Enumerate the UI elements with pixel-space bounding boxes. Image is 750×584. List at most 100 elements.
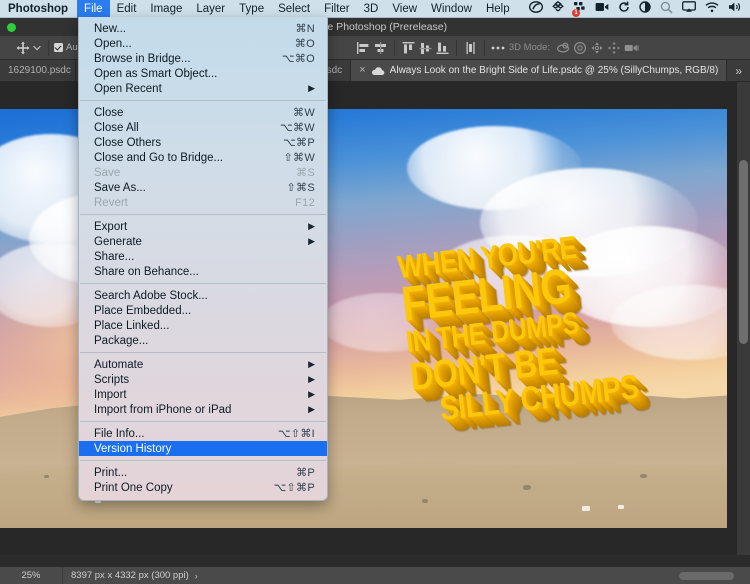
menubar-item-view[interactable]: View — [385, 0, 424, 18]
file-menu-item-place-embedded[interactable]: Place Embedded... — [79, 303, 327, 318]
menu-item-label: Automate — [94, 359, 300, 371]
align-left-edges-icon[interactable] — [355, 39, 372, 56]
menubar-item-help[interactable]: Help — [479, 0, 517, 18]
pan-3d-icon[interactable] — [589, 39, 606, 56]
file-menu-item-import[interactable]: Import▶ — [79, 387, 327, 402]
volume-icon[interactable] — [728, 1, 743, 16]
menu-item-shortcut: ⌘P — [296, 466, 315, 479]
dropbox-icon[interactable] — [552, 1, 564, 16]
menu-item-shortcut: F12 — [295, 197, 315, 209]
align-bottom-edges-icon[interactable] — [434, 39, 451, 56]
file-menu-item-export[interactable]: Export▶ — [79, 219, 327, 234]
file-menu-item-browse-in-bridge[interactable]: Browse in Bridge...⌥⌘O — [79, 51, 327, 66]
file-menu-item-save-as[interactable]: Save As...⇧⌘S — [79, 180, 327, 195]
menubar-item-layer[interactable]: Layer — [189, 0, 232, 18]
more-options-icon[interactable] — [490, 39, 507, 56]
document-tab-inactive[interactable]: 1629100.psdc — [0, 60, 76, 81]
menu-item-label: Open as Smart Object... — [94, 68, 315, 80]
menubar-item-window[interactable]: Window — [424, 0, 479, 18]
menubar-item-file[interactable]: File — [77, 0, 110, 18]
menubar-app-name[interactable]: Photoshop — [0, 0, 77, 18]
menubar-item-3d[interactable]: 3D — [357, 0, 386, 18]
menu-item-shortcut: ⌥⌘O — [282, 52, 315, 65]
spotlight-search-icon[interactable] — [660, 1, 673, 17]
menubar-item-type[interactable]: Type — [232, 0, 271, 18]
horizontal-scrollbar-thumb[interactable] — [679, 572, 734, 580]
align-vertical-centers-icon[interactable] — [417, 39, 434, 56]
sync-icon[interactable] — [618, 1, 630, 16]
window-controls — [7, 18, 16, 36]
menu-divider — [80, 283, 326, 284]
file-menu-item-print-one-copy[interactable]: Print One Copy⌥⇧⌘P — [79, 480, 327, 495]
tool-preset-chevron-down-icon[interactable] — [31, 39, 43, 56]
chevron-right-icon[interactable]: › — [195, 571, 198, 581]
tab-overflow-button[interactable]: » — [727, 60, 750, 81]
file-menu-item-new[interactable]: New...⌘N — [79, 21, 327, 36]
file-menu-item-search-adobe-stock[interactable]: Search Adobe Stock... — [79, 288, 327, 303]
file-menu-item-place-linked[interactable]: Place Linked... — [79, 318, 327, 333]
file-menu-item-share-on-behance[interactable]: Share on Behance... — [79, 264, 327, 279]
file-menu-item-automate[interactable]: Automate▶ — [79, 357, 327, 372]
align-horizontal-centers-icon[interactable] — [372, 39, 389, 56]
menu-item-shortcut: ⇧⌘W — [284, 151, 316, 164]
vertical-scrollbar-thumb[interactable] — [739, 160, 748, 344]
creative-cloud-icon[interactable] — [529, 1, 543, 16]
menubar-item-image[interactable]: Image — [143, 0, 189, 18]
menu-item-label: Close — [94, 107, 293, 119]
file-menu-item-save: Save⌘S — [79, 165, 327, 180]
menubar-item-select[interactable]: Select — [271, 0, 317, 18]
notifications-badge-icon[interactable]: 1 — [573, 1, 586, 16]
file-menu-item-version-history[interactable]: Version History — [79, 441, 327, 456]
align-top-edges-icon[interactable] — [400, 39, 417, 56]
file-menu-item-generate[interactable]: Generate▶ — [79, 234, 327, 249]
submenu-arrow-icon: ▶ — [308, 221, 315, 232]
distribute-icon[interactable] — [462, 39, 479, 56]
file-menu-item-open-recent[interactable]: Open Recent▶ — [79, 81, 327, 96]
submenu-arrow-icon: ▶ — [308, 374, 315, 385]
file-menu-item-import-from-iphone-or-ipad[interactable]: Import from iPhone or iPad▶ — [79, 402, 327, 417]
file-menu-item-scripts[interactable]: Scripts▶ — [79, 372, 327, 387]
file-menu-item-share[interactable]: Share... — [79, 249, 327, 264]
menubar-item-edit[interactable]: Edit — [110, 0, 144, 18]
menu-item-label: Generate — [94, 236, 300, 248]
close-icon[interactable]: × — [359, 65, 365, 76]
file-menu-item-close-and-go-to-bridge[interactable]: Close and Go to Bridge...⇧⌘W — [79, 150, 327, 165]
menu-item-label: Share on Behance... — [94, 266, 315, 278]
submenu-arrow-icon: ▶ — [308, 83, 315, 94]
file-menu-dropdown[interactable]: New...⌘NOpen...⌘OBrowse in Bridge...⌥⌘O O… — [78, 17, 328, 501]
orbit-3d-icon[interactable] — [555, 39, 572, 56]
scale-3d-camera-icon[interactable] — [623, 39, 640, 56]
menu-divider — [80, 421, 326, 422]
document-tab-active[interactable]: × Always Look on the Bright Side of Life… — [351, 60, 727, 81]
file-menu-item-package[interactable]: Package... — [79, 333, 327, 348]
menu-item-label: Print... — [94, 467, 296, 479]
file-menu-item-close-all[interactable]: Close All⌥⌘W — [79, 120, 327, 135]
airplay-icon[interactable] — [682, 1, 696, 16]
window-status-dot[interactable] — [7, 23, 16, 32]
auto-select-checkbox[interactable] — [54, 43, 63, 52]
document-dimensions[interactable]: 8397 px x 4332 px (300 ppi) › — [63, 570, 206, 581]
file-menu-item-close[interactable]: Close⌘W — [79, 105, 327, 120]
file-menu-item-close-others[interactable]: Close Others⌥⌘P — [79, 135, 327, 150]
file-menu-item-file-info[interactable]: File Info...⌥⇧⌘I — [79, 426, 327, 441]
menu-item-label: Save As... — [94, 182, 287, 194]
menu-item-label: Import — [94, 389, 300, 401]
menu-item-label: File Info... — [94, 428, 278, 440]
document-tab-active-label: Always Look on the Bright Side of Life.p… — [390, 65, 719, 76]
file-menu-item-open-as-smart-object[interactable]: Open as Smart Object... — [79, 66, 327, 81]
menu-item-label: Close All — [94, 122, 280, 134]
display-contrast-icon[interactable] — [639, 1, 651, 16]
screen-recording-icon[interactable] — [595, 2, 609, 15]
file-menu-item-open[interactable]: Open...⌘O — [79, 36, 327, 51]
notification-badge-count: 1 — [572, 9, 580, 17]
terrain-detail — [422, 499, 428, 503]
vertical-scrollbar[interactable] — [737, 82, 750, 555]
roll-3d-icon[interactable] — [572, 39, 589, 56]
wifi-icon[interactable] — [705, 2, 719, 16]
zoom-level[interactable]: 25% — [0, 570, 62, 581]
menubar-item-filter[interactable]: Filter — [317, 0, 357, 18]
move-tool-icon[interactable] — [14, 39, 31, 56]
document-tab-partial-label: sdc — [327, 65, 343, 76]
file-menu-item-print[interactable]: Print...⌘P — [79, 465, 327, 480]
slide-3d-icon[interactable] — [606, 39, 623, 56]
